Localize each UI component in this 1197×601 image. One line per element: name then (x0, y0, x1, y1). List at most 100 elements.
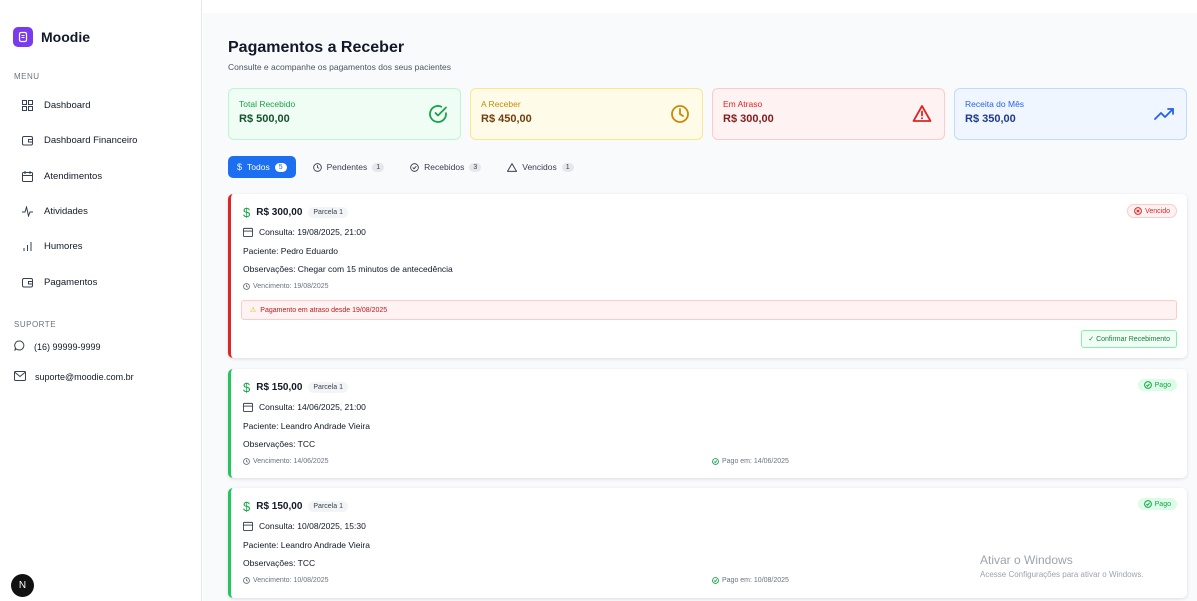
menu-section-label: MENU (14, 72, 40, 81)
sidebar-item-humores[interactable]: Humores (22, 238, 83, 254)
consulta-text: Consulta: 14/06/2025, 21:00 (259, 402, 366, 412)
calendar-icon (22, 170, 33, 182)
tab-vencidos[interactable]: Vencidos 1 (498, 156, 582, 178)
stat-value: R$ 450,00 (481, 113, 532, 125)
tab-recebidos[interactable]: Recebidos 3 (401, 156, 490, 178)
dollar-icon: $ (243, 205, 251, 220)
vencimento-text: Vencimento: 14/06/2025 (253, 458, 329, 465)
sidebar-item-label: Dashboard (44, 99, 91, 111)
observacoes-text: Observações: Chegar com 15 minutos de an… (243, 264, 453, 274)
parcela-badge: Parcela 1 (308, 501, 348, 512)
sidebar-item-label: Atendimentos (44, 170, 103, 182)
check-circle-icon (429, 105, 447, 123)
pago-em-row: Pago em: 10/08/2025 (712, 577, 789, 584)
sidebar-item-label: Atividades (44, 205, 88, 217)
support-email[interactable]: suporte@moodie.com.br (14, 371, 134, 383)
sidebar: Moodie MENU Dashboard Dashboard Financei… (0, 0, 202, 601)
status-badge: Pago (1137, 379, 1177, 391)
sidebar-item-atendimentos[interactable]: Atendimentos (22, 168, 102, 184)
status-text: Vencido (1145, 207, 1170, 215)
clock-icon (243, 577, 250, 584)
paciente-text: Paciente: Pedro Eduardo (243, 246, 338, 256)
pago-em-text: Pago em: 14/06/2025 (722, 458, 789, 465)
pago-em-row: Pago em: 14/06/2025 (712, 458, 789, 465)
trending-up-icon (1154, 108, 1174, 120)
page-title: Pagamentos a Receber (228, 39, 405, 56)
check-circle-icon (712, 458, 719, 465)
brand[interactable]: Moodie (13, 27, 90, 47)
sidebar-item-pagamentos[interactable]: Pagamentos (22, 274, 97, 290)
bar-chart-icon (22, 241, 33, 252)
payment-header: $ R$ 150,00 Parcela 1 (243, 499, 348, 514)
brand-name: Moodie (41, 29, 90, 45)
paciente-text: Paciente: Leandro Andrade Vieira (243, 421, 370, 431)
check-circle-icon (1143, 500, 1152, 508)
avatar[interactable]: N (11, 574, 34, 597)
stat-label: A Receber (481, 99, 521, 109)
dollar-icon: $ (237, 162, 243, 172)
sidebar-item-label: Dashboard Financeiro (44, 134, 138, 146)
status-badge: Pago (1137, 498, 1177, 510)
payment-amount: R$ 300,00 (256, 207, 303, 218)
paciente-text: Paciente: Leandro Andrade Vieira (243, 540, 370, 550)
stat-label: Em Atraso (723, 99, 763, 109)
stat-value: R$ 500,00 (239, 113, 290, 125)
support-section-label: SUPORTE (14, 320, 57, 329)
consulta-row: Consulta: 14/06/2025, 21:00 (243, 402, 366, 412)
x-circle-icon (1134, 207, 1142, 215)
grid-icon (22, 99, 33, 111)
message-circle-icon (14, 340, 25, 353)
stat-label: Receita do Mês (965, 99, 1025, 109)
sidebar-item-atividades[interactable]: Atividades (22, 203, 88, 219)
stat-card-total-recebido: Total Recebido R$ 500,00 (228, 88, 461, 140)
tab-count: 3 (469, 162, 482, 172)
dollar-icon: $ (243, 499, 251, 514)
tab-count: 1 (372, 162, 385, 172)
sidebar-item-dashboard[interactable]: Dashboard (22, 97, 90, 113)
tab-todos[interactable]: $ Todos 5 (228, 156, 296, 178)
windows-activation-title: Ativar o Windows (980, 553, 1073, 567)
payment-card: $ R$ 150,00 Parcela 1 Pago Consulta: 14/… (228, 369, 1187, 478)
status-text: Pago (1154, 381, 1171, 389)
observacoes-text: Observações: TCC (243, 439, 316, 449)
consulta-text: Consulta: 10/08/2025, 15:30 (259, 521, 366, 531)
confirm-receipt-button[interactable]: ✓ Confirmar Recebimento (1081, 330, 1177, 348)
stat-card-a-receber: A Receber R$ 450,00 (470, 88, 703, 140)
check-circle-icon (712, 577, 719, 584)
vencimento-row: Vencimento: 10/08/2025 (243, 577, 329, 584)
windows-activation-subtitle: Acesse Configurações para ativar o Windo… (980, 570, 1144, 579)
tab-label: Recebidos (424, 162, 465, 172)
tab-label: Pendentes (326, 162, 368, 172)
mail-icon (14, 371, 26, 383)
vencimento-text: Vencimento: 19/08/2025 (253, 283, 329, 290)
calendar-icon (243, 521, 253, 531)
payment-header: $ R$ 300,00 Parcela 1 (243, 205, 348, 220)
tab-pendentes[interactable]: Pendentes 1 (304, 156, 394, 178)
vencimento-text: Vencimento: 10/08/2025 (253, 577, 329, 584)
filter-tabs: $ Todos 5 Pendentes 1 Recebidos 3 Vencid… (228, 156, 591, 178)
pago-em-text: Pago em: 10/08/2025 (722, 577, 789, 584)
sidebar-item-dashboard-financeiro[interactable]: Dashboard Financeiro (22, 132, 137, 148)
alert-text: Pagamento em atraso desde 19/08/2025 (260, 306, 388, 314)
wallet-icon (22, 277, 33, 288)
observacoes-text: Observações: TCC (243, 558, 316, 568)
dollar-icon: $ (243, 380, 251, 395)
tab-count: 5 (274, 162, 287, 172)
sidebar-item-label: Humores (44, 240, 83, 252)
clock-icon (243, 458, 250, 465)
tab-count: 1 (561, 162, 574, 172)
tab-label: Vencidos (522, 162, 557, 172)
payment-card: $ R$ 300,00 Parcela 1 Vencido Consulta: … (228, 194, 1187, 358)
clock-icon (243, 283, 250, 290)
clock-icon (312, 162, 322, 172)
status-badge: Vencido (1127, 204, 1177, 218)
stat-card-em-atraso: Em Atraso R$ 300,00 (712, 88, 945, 140)
vencimento-row: Vencimento: 14/06/2025 (243, 458, 329, 465)
payment-card: $ R$ 150,00 Parcela 1 Pago Consulta: 10/… (228, 488, 1187, 598)
alert-triangle-icon (507, 162, 518, 172)
support-phone[interactable]: (16) 99999-9999 (14, 340, 101, 353)
activity-icon (22, 205, 33, 217)
support-email-text: suporte@moodie.com.br (35, 372, 134, 382)
vencimento-row: Vencimento: 19/08/2025 (243, 283, 329, 290)
payment-amount: R$ 150,00 (256, 382, 303, 393)
